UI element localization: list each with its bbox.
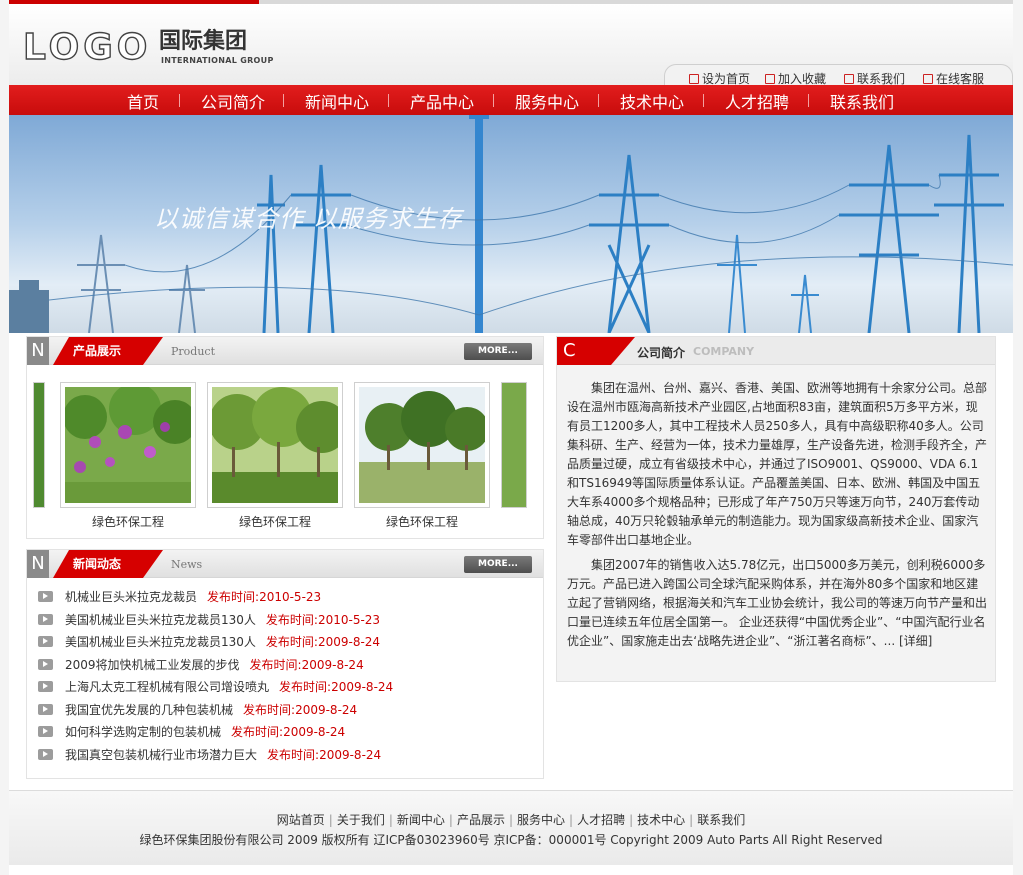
products-title: 产品展示 [53,337,163,365]
product-name: 绿色环保工程 [238,515,311,529]
news-english-label: News [171,558,203,571]
bullet-arrow-icon [38,658,53,670]
footer-link-jobs[interactable]: 人才招聘 [573,813,629,827]
main-nav: 首页 公司简介 新闻中心 产品中心 服务中心 技术中心 人才招聘 联系我们 [9,85,1013,115]
carousel-prev-partial-image [33,382,45,508]
about-title: 公司简介 [637,346,686,360]
about-paragraph-1: 集团在温州、台州、嘉兴、香港、美国、欧洲等地拥有十余家分公司。总部设在温州市瓯海… [567,381,988,547]
product-name: 绿色环保工程 [91,515,164,529]
news-date: 发布时间:2010-5-23 [265,612,381,627]
bullet-arrow-icon [38,636,53,647]
product-item[interactable]: 绿色环保工程 [354,382,490,530]
news-item[interactable]: 我国宜优先发展的几种包装机械 发布时间:2009-8-24 [38,699,543,722]
news-title: 2009将加快机械工业发展的步伐 [65,657,240,672]
news-date: 发布时间:2009-8-24 [265,635,381,649]
hero-banner: 以诚信谋合作 以服务求生存 [9,115,1013,333]
bullet-arrow-icon [38,748,53,760]
news-item[interactable]: 机械业巨头米拉克龙裁员 发布时间:2010-5-23 [38,586,543,609]
copyright: 绿色环保集团股份有限公司 2009 版权所有 辽ICP备03023960号 京I… [139,833,883,847]
footer-link-about[interactable]: 关于我们 [333,813,389,827]
news-title: 上海凡太克工程机械有限公司增设喷丸 [65,680,270,694]
news-item[interactable]: 2009将加快机械工业发展的步伐 发布时间:2009-8-24 [38,654,543,677]
news-item[interactable]: 上海凡太克工程机械有限公司增设喷丸 发布时间:2009-8-24 [38,676,543,699]
about-header: C 公司简介 COMPANY [557,337,995,365]
news-item[interactable]: 美国机械业巨头米拉克龙裁员130人 发布时间:2009-8-24 [38,631,543,654]
news-date: 发布时间:2010-5-23 [207,590,322,604]
news-title: 我国真空包装机械行业市场潜力巨大 [65,747,258,762]
nav-item-service[interactable]: 服务中心 [515,89,579,113]
logo-english-name: INTERNATIONAL GROUP [161,56,274,65]
news-title: 我国宜优先发展的几种包装机械 [65,702,234,717]
news-item[interactable]: 美国机械业巨头米拉克龙裁员130人 发布时间:2010-5-23 [38,609,543,632]
nav-item-contact[interactable]: 联系我们 [830,89,894,113]
news-more-button[interactable]: MORE... [464,556,532,573]
news-list: 机械业巨头米拉克龙裁员 发布时间:2010-5-23 美国机械业巨头米拉克龙裁员1… [38,586,543,766]
footer-link-products[interactable]: 产品展示 [453,813,509,827]
mail-icon [844,74,854,84]
news-letter-tag: N [27,550,49,578]
product-item[interactable]: 绿色环保工程 [207,382,348,530]
nav-item-home[interactable]: 首页 [127,89,159,113]
footer-links: 网站首页 | 关于我们 | 新闻中心 | 产品展示 | 服务中心 | 人才招聘 | 技术中心 | 联系我们 [9,811,1013,828]
footer-link-news[interactable]: 新闻中心 [393,813,449,827]
product-image-green-trees [209,387,348,503]
service-icon [923,74,933,84]
bullet-arrow-icon [38,591,53,602]
products-header: N 产品展示 Product MORE... [27,337,543,365]
bullet-arrow-icon [38,681,53,692]
news-title: 新闻动态 [53,550,163,578]
about-text: 集团在温州、台州、嘉兴、香港、美国、欧洲等地拥有十余家分公司。总部设在温州市瓯海… [567,379,988,657]
favorite-icon [765,74,775,84]
news-header: N 新闻动态 News MORE... [27,550,543,578]
carousel-next-partial-image [501,382,527,508]
news-title: 机械业巨头米拉克龙裁员 [65,590,198,604]
banner-slogan: 以诚信谋合作 以服务求生存 [154,205,463,233]
products-box: N 产品展示 Product MORE... 绿色环保工程 绿色环保工程 绿色环… [26,336,544,539]
news-title: 如何科学选购定制的包装机械 [65,725,222,739]
header: LOGO 国际集团 INTERNATIONAL GROUP 设为首页 加入收藏 … [9,4,1013,89]
product-item[interactable]: 绿色环保工程 [60,382,197,530]
footer-link-contact[interactable]: 联系我们 [693,813,749,827]
news-item[interactable]: 我国真空包装机械行业市场潜力巨大 发布时间:2009-8-24 [38,744,543,767]
nav-item-jobs[interactable]: 人才招聘 [725,89,789,113]
products-more-button[interactable]: MORE... [464,343,532,360]
logo-chinese-name: 国际集团 [159,29,248,54]
nav-item-tech[interactable]: 技术中心 [620,89,684,113]
page: LOGO 国际集团 INTERNATIONAL GROUP 设为首页 加入收藏 … [9,0,1013,875]
footer-link-service[interactable]: 服务中心 [513,813,569,827]
logo-word: LOGO [22,27,152,68]
news-title: 美国机械业巨头米拉克龙裁员130人 [65,635,256,649]
about-english-label: COMPANY [693,345,755,358]
about-letter-tag: C [557,337,635,365]
home-icon [689,74,699,84]
footer-link-home[interactable]: 网站首页 [273,813,329,827]
bullet-arrow-icon [38,703,53,715]
news-date: 发布时间:2009-8-24 [249,657,364,672]
news-title: 美国机械业巨头米拉克龙裁员130人 [65,612,256,627]
product-image-tree-grove [359,387,489,503]
nav-item-news[interactable]: 新闻中心 [305,89,369,113]
news-date: 发布时间:2009-8-24 [267,747,382,762]
news-date: 发布时间:2009-8-24 [279,680,394,694]
footer: 网站首页 | 关于我们 | 新闻中心 | 产品展示 | 服务中心 | 人才招聘 | 技术中心 | 联系我们 … [9,790,1013,865]
news-item[interactable]: 如何科学选购定制的包装机械 发布时间:2009-8-24 [38,721,543,744]
news-date: 发布时间:2009-8-24 [243,702,358,717]
bullet-arrow-icon [38,726,53,737]
nav-item-products[interactable]: 产品中心 [410,89,474,113]
products-english-label: Product [171,345,215,358]
bullet-arrow-icon [38,613,53,625]
product-name: 绿色环保工程 [385,515,458,529]
news-date: 发布时间:2009-8-24 [231,725,346,739]
product-image-purple-flowers [63,383,197,503]
nav-item-about[interactable]: 公司简介 [201,89,265,113]
about-box: C 公司简介 COMPANY 集团在温州、台州、嘉兴、香港、美国、欧洲等地拥有十… [556,336,996,682]
products-letter-tag: N [27,337,49,365]
footer-link-tech[interactable]: 技术中心 [633,813,689,827]
about-paragraph-2: 集团2007年的销售收入达5.78亿元，出口5000多万美元，创利税6000多万… [567,558,988,648]
